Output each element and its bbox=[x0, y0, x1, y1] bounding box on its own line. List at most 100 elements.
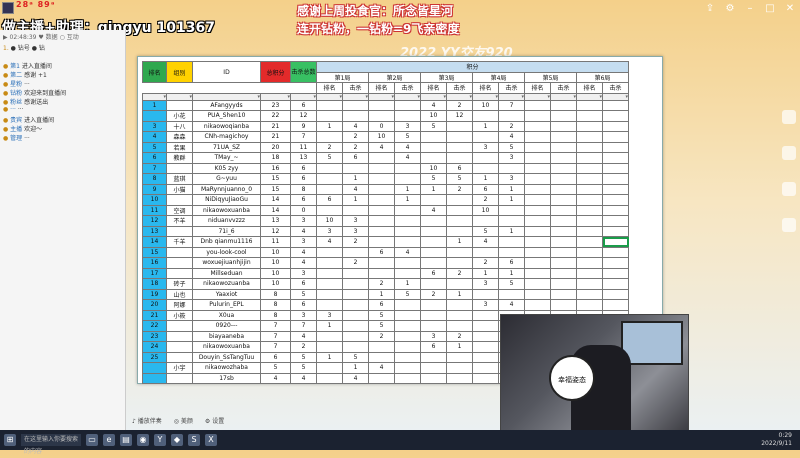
round-kills-cell[interactable]: 5 bbox=[342, 351, 369, 363]
round-rank-cell[interactable] bbox=[368, 372, 395, 384]
round-rank-cell[interactable]: 1 bbox=[472, 173, 499, 185]
round-rank-cell[interactable] bbox=[316, 173, 343, 185]
round-kills-cell[interactable]: 5 bbox=[394, 131, 421, 143]
round-rank-cell[interactable]: 10 bbox=[472, 204, 499, 216]
round-kills-cell[interactable] bbox=[446, 141, 473, 153]
round-rank-cell[interactable] bbox=[316, 246, 343, 258]
round-rank-cell[interactable] bbox=[316, 204, 343, 216]
round-rank-cell[interactable] bbox=[524, 225, 551, 237]
gear-icon[interactable]: ⚙ bbox=[724, 3, 736, 15]
total-kills-cell[interactable]: 4 bbox=[290, 372, 317, 384]
filter-dropdown-icon[interactable]: ▾ bbox=[368, 92, 395, 101]
rank-cell[interactable]: 15 bbox=[142, 246, 167, 258]
round-kills-cell[interactable] bbox=[550, 131, 577, 143]
round-rank-cell[interactable] bbox=[316, 362, 343, 374]
group-cell[interactable]: 山也 bbox=[166, 288, 193, 300]
round-rank-cell[interactable] bbox=[472, 215, 499, 227]
round-rank-cell[interactable] bbox=[472, 152, 499, 164]
round-rank-cell[interactable]: 10 bbox=[420, 110, 447, 122]
round-kills-cell[interactable]: 4 bbox=[498, 299, 525, 311]
round-rank-cell[interactable]: 3 bbox=[472, 278, 499, 290]
round-kills-cell[interactable]: 2 bbox=[446, 99, 473, 111]
round-rank-cell[interactable] bbox=[368, 351, 395, 363]
total-kills-cell[interactable]: 12 bbox=[290, 110, 317, 122]
rank-cell[interactable]: 13 bbox=[142, 225, 167, 237]
round-kills-cell[interactable] bbox=[602, 246, 629, 258]
round-rank-cell[interactable] bbox=[472, 372, 499, 384]
round-rank-cell[interactable] bbox=[576, 278, 603, 290]
round-rank-cell[interactable]: 4 bbox=[420, 99, 447, 111]
round-kills-cell[interactable]: 1 bbox=[394, 194, 421, 206]
total-score-cell[interactable]: 21 bbox=[260, 120, 291, 132]
round-rank-cell[interactable] bbox=[576, 99, 603, 111]
rank-cell[interactable]: 6 bbox=[142, 152, 167, 164]
round-kills-cell[interactable] bbox=[342, 162, 369, 174]
round-kills-cell[interactable] bbox=[394, 267, 421, 279]
id-cell[interactable]: G~yuu bbox=[192, 173, 261, 185]
round-kills-cell[interactable] bbox=[602, 99, 629, 111]
round-kills-cell[interactable] bbox=[394, 341, 421, 353]
play-accompaniment-button[interactable]: ♪ 播放伴奏 bbox=[132, 416, 162, 425]
round-rank-cell[interactable] bbox=[368, 225, 395, 237]
round-rank-cell[interactable]: 3 bbox=[316, 309, 343, 321]
round-kills-cell[interactable]: 2 bbox=[446, 330, 473, 342]
round-rank-cell[interactable]: 5 bbox=[316, 152, 343, 164]
round-rank-cell[interactable] bbox=[524, 120, 551, 132]
round-rank-cell[interactable]: 5 bbox=[368, 309, 395, 321]
id-cell[interactable]: X0ua bbox=[192, 309, 261, 321]
round-rank-cell[interactable]: 6 bbox=[420, 267, 447, 279]
filter-dropdown-icon[interactable]: ▾ bbox=[316, 92, 343, 101]
total-kills-cell[interactable]: 3 bbox=[290, 267, 317, 279]
round-kills-cell[interactable] bbox=[342, 267, 369, 279]
group-cell[interactable] bbox=[166, 330, 193, 342]
round-rank-cell[interactable]: 2 bbox=[368, 330, 395, 342]
round-kills-cell[interactable] bbox=[446, 257, 473, 269]
round-kills-cell[interactable]: 4 bbox=[342, 120, 369, 132]
total-score-cell[interactable]: 23 bbox=[260, 99, 291, 111]
folder-icon[interactable]: ▤ bbox=[120, 434, 132, 446]
total-score-cell[interactable]: 10 bbox=[260, 267, 291, 279]
round-rank-cell[interactable] bbox=[368, 267, 395, 279]
round-rank-cell[interactable] bbox=[316, 372, 343, 384]
round-rank-cell[interactable] bbox=[576, 236, 603, 248]
round-kills-cell[interactable] bbox=[498, 204, 525, 216]
round-rank-cell[interactable] bbox=[420, 362, 447, 374]
total-score-cell[interactable]: 13 bbox=[260, 215, 291, 227]
round-kills-cell[interactable]: 4 bbox=[394, 152, 421, 164]
round-kills-cell[interactable] bbox=[342, 278, 369, 290]
filter-dropdown-icon[interactable]: ▾ bbox=[524, 92, 551, 101]
round-rank-cell[interactable]: 6 bbox=[368, 246, 395, 258]
round-kills-cell[interactable]: 2 bbox=[342, 131, 369, 143]
round-rank-cell[interactable] bbox=[524, 131, 551, 143]
filter-dropdown-icon[interactable]: ▾ bbox=[472, 92, 499, 101]
round-kills-cell[interactable] bbox=[550, 120, 577, 132]
filter-dropdown-icon[interactable]: ▾ bbox=[602, 92, 629, 101]
id-cell[interactable]: 71UA_SZ bbox=[192, 141, 261, 153]
round-kills-cell[interactable] bbox=[602, 236, 629, 248]
total-kills-cell[interactable]: 4 bbox=[290, 330, 317, 342]
round-rank-cell[interactable] bbox=[368, 236, 395, 248]
rank-cell[interactable] bbox=[142, 372, 167, 384]
group-cell[interactable]: 若果 bbox=[166, 141, 193, 153]
round-rank-cell[interactable] bbox=[420, 299, 447, 311]
round-rank-cell[interactable] bbox=[524, 246, 551, 258]
chrome-icon[interactable]: ◉ bbox=[137, 434, 149, 446]
round-rank-cell[interactable] bbox=[524, 288, 551, 300]
round-rank-cell[interactable] bbox=[576, 246, 603, 258]
rank-cell[interactable]: 7 bbox=[142, 162, 167, 174]
round-rank-cell[interactable] bbox=[524, 236, 551, 248]
round-rank-cell[interactable] bbox=[368, 152, 395, 164]
round-kills-cell[interactable] bbox=[550, 162, 577, 174]
round-kills-cell[interactable] bbox=[446, 362, 473, 374]
total-score-cell[interactable]: 5 bbox=[260, 362, 291, 374]
total-score-cell[interactable]: 7 bbox=[260, 320, 291, 332]
round-rank-cell[interactable] bbox=[524, 162, 551, 174]
round-rank-cell[interactable] bbox=[576, 131, 603, 143]
round-kills-cell[interactable] bbox=[394, 309, 421, 321]
round-kills-cell[interactable]: 1 bbox=[446, 288, 473, 300]
id-cell[interactable]: PUA_Shen10 bbox=[192, 110, 261, 122]
maximize-icon[interactable]: □ bbox=[764, 3, 776, 15]
round-rank-cell[interactable] bbox=[472, 110, 499, 122]
round-kills-cell[interactable]: 2 bbox=[342, 257, 369, 269]
rank-cell[interactable]: 16 bbox=[142, 257, 167, 269]
